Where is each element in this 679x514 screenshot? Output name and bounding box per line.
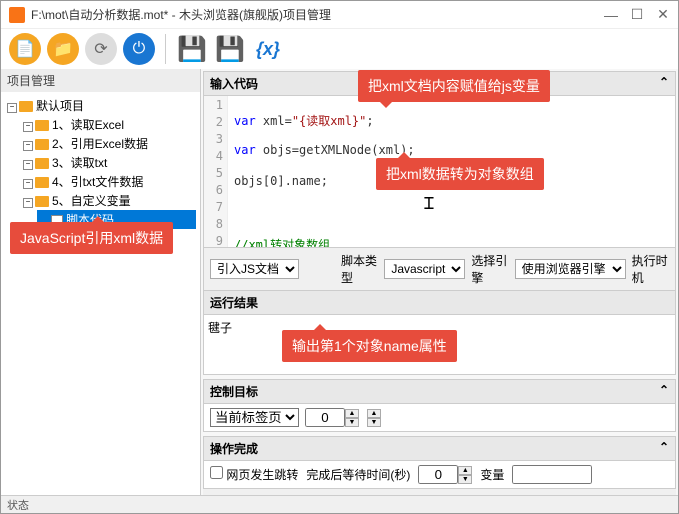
open-button[interactable]: 📁 bbox=[47, 33, 79, 65]
folder-icon bbox=[35, 120, 49, 131]
wait-spinner[interactable]: ▲▼ bbox=[418, 465, 472, 484]
maximize-button[interactable]: ☐ bbox=[630, 8, 644, 22]
left-panel: 项目管理 默认项目 1、读取Excel 2、引用Excel数据 3、读取txt … bbox=[1, 69, 201, 495]
save-as-button[interactable]: 💾 bbox=[214, 33, 246, 65]
status-bar: 状态 bbox=[1, 495, 678, 513]
tree-node[interactable]: 3、读取txt bbox=[21, 153, 196, 172]
minimize-button[interactable]: — bbox=[604, 8, 618, 22]
callout-convert-array: 把xml数据转为对象数组 bbox=[376, 158, 544, 190]
spin-input[interactable] bbox=[305, 408, 345, 427]
code-controls: 引入JS文档 脚本类型 Javascript 选择引擎 使用浏览器引擎 执行时机 bbox=[203, 248, 676, 291]
right-panel: 输入代码 ⌃ 123456789 var xml="{读取xml}"; var … bbox=[201, 69, 678, 495]
var-input[interactable] bbox=[512, 465, 592, 484]
tab-index-spinner[interactable]: ▲▼ bbox=[305, 408, 359, 427]
folder-icon bbox=[35, 196, 49, 207]
toolbar: 📄 📁 ⟳ ⏻ 💾 💾 {x} bbox=[1, 29, 678, 69]
jump-checkbox-label[interactable]: 网页发生跳转 bbox=[210, 466, 298, 483]
window-title: F:\mot\自动分析数据.mot* - 木头浏览器(旗舰版)项目管理 bbox=[31, 6, 604, 23]
var-label: 变量 bbox=[480, 466, 504, 483]
spin-down2[interactable]: ▼ bbox=[367, 418, 381, 427]
script-type-select[interactable]: Javascript bbox=[384, 259, 465, 279]
import-js-select[interactable]: 引入JS文档 bbox=[210, 259, 299, 279]
spin-up2[interactable]: ▲ bbox=[367, 409, 381, 418]
spin-up[interactable]: ▲ bbox=[345, 409, 359, 418]
refresh-button[interactable]: ⟳ bbox=[85, 33, 117, 65]
control-target-row: 当前标签页 ▲▼ ▲▼ bbox=[203, 404, 676, 432]
power-button[interactable]: ⏻ bbox=[123, 33, 155, 65]
project-tree[interactable]: 默认项目 1、读取Excel 2、引用Excel数据 3、读取txt 4、引tx… bbox=[1, 92, 200, 495]
tree-node[interactable]: 2、引用Excel数据 bbox=[21, 134, 196, 153]
collapse-icon[interactable]: ⌃ bbox=[659, 75, 669, 92]
folder-icon bbox=[19, 101, 33, 112]
app-window: F:\mot\自动分析数据.mot* - 木头浏览器(旗舰版)项目管理 — ☐ … bbox=[0, 0, 679, 514]
folder-icon bbox=[35, 139, 49, 150]
close-button[interactable]: ✕ bbox=[656, 8, 670, 22]
callout-js-ref-xml: JavaScript引用xml数据 bbox=[10, 222, 173, 254]
save-button[interactable]: 💾 bbox=[176, 33, 208, 65]
done-row: 网页发生跳转 完成后等待时间(秒) ▲▼ 变量 bbox=[203, 461, 676, 489]
wait-input[interactable] bbox=[418, 465, 458, 484]
line-gutter: 123456789 bbox=[204, 96, 228, 247]
engine-select[interactable]: 使用浏览器引擎 bbox=[515, 259, 626, 279]
new-button[interactable]: 📄 bbox=[9, 33, 41, 65]
collapse-icon[interactable]: ⌃ bbox=[659, 383, 669, 400]
left-panel-header: 项目管理 bbox=[1, 69, 200, 92]
tab-select[interactable]: 当前标签页 bbox=[210, 408, 299, 427]
folder-icon bbox=[35, 158, 49, 169]
tree-node[interactable]: 5、自定义变量 bbox=[21, 191, 196, 210]
tree-node[interactable]: 4、引txt文件数据 bbox=[21, 172, 196, 191]
script-type-label: 脚本类型 bbox=[341, 252, 378, 286]
timing-label: 执行时机 bbox=[632, 252, 669, 286]
spin-up[interactable]: ▲ bbox=[458, 466, 472, 475]
control-target-header: 控制目标 ⌃ bbox=[203, 379, 676, 404]
jump-checkbox[interactable] bbox=[210, 466, 223, 479]
engine-label: 选择引擎 bbox=[471, 252, 508, 286]
toolbar-divider bbox=[165, 34, 166, 64]
collapse-icon[interactable]: ⌃ bbox=[659, 440, 669, 457]
spin-down[interactable]: ▼ bbox=[458, 475, 472, 484]
titlebar: F:\mot\自动分析数据.mot* - 木头浏览器(旗舰版)项目管理 — ☐ … bbox=[1, 1, 678, 29]
done-header: 操作完成 ⌃ bbox=[203, 436, 676, 461]
app-icon bbox=[9, 7, 25, 23]
variable-button[interactable]: {x} bbox=[252, 33, 284, 65]
tree-node[interactable]: 1、读取Excel bbox=[21, 115, 196, 134]
callout-assign-xml: 把xml文档内容赋值给js变量 bbox=[358, 70, 550, 102]
wait-label: 完成后等待时间(秒) bbox=[306, 466, 410, 483]
spin-down[interactable]: ▼ bbox=[345, 418, 359, 427]
callout-output-name: 输出第1个对象name属性 bbox=[282, 330, 457, 362]
tree-root[interactable]: 默认项目 bbox=[5, 96, 196, 115]
folder-icon bbox=[35, 177, 49, 188]
result-header: 运行结果 bbox=[203, 291, 676, 315]
